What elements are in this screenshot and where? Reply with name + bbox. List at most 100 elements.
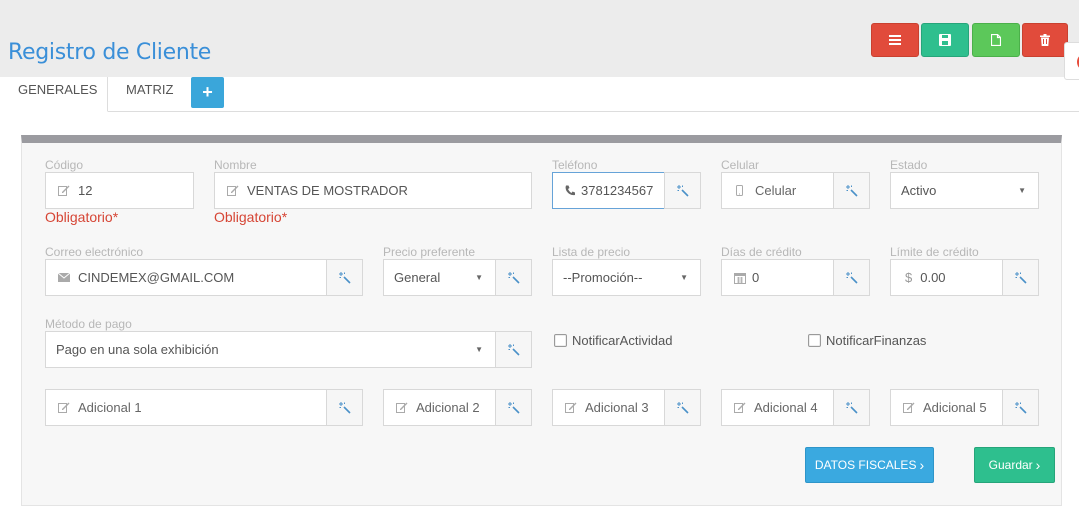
adicional-3-wand-button[interactable] bbox=[664, 389, 701, 426]
dias-credito-label: Días de crédito bbox=[721, 245, 802, 259]
magic-wand-icon bbox=[676, 184, 689, 197]
lista-precio-value: --Promoción-- bbox=[563, 270, 643, 285]
metodo-pago-select[interactable]: Pago en una sola exhibición ▼ bbox=[45, 331, 496, 368]
nombre-label: Nombre bbox=[214, 158, 257, 172]
adicional-2-wand-button[interactable] bbox=[495, 389, 532, 426]
codigo-label: Código bbox=[45, 158, 84, 172]
precio-preferente-wand-button[interactable] bbox=[495, 259, 532, 296]
dias-credito-field[interactable]: 0 bbox=[721, 259, 834, 296]
envelope-icon bbox=[58, 273, 70, 282]
limite-credito-field[interactable]: $ 0.00 bbox=[890, 259, 1003, 296]
magic-wand-icon bbox=[507, 343, 520, 356]
adicional-5-field[interactable]: Adicional 5 bbox=[890, 389, 1003, 426]
notificar-finanzas-checkbox[interactable]: NotificarFinanzas bbox=[808, 333, 926, 348]
edit-icon bbox=[58, 402, 70, 413]
metodo-pago-wand-button[interactable] bbox=[495, 331, 532, 368]
correo-field[interactable]: CINDEMEX@GMAIL.COM bbox=[45, 259, 327, 296]
adicional-5-placeholder: Adicional 5 bbox=[923, 400, 987, 415]
notificar-actividad-checkbox[interactable]: NotificarActividad bbox=[554, 333, 672, 348]
add-tab-button[interactable]: + bbox=[191, 77, 224, 108]
magic-wand-icon bbox=[1014, 401, 1027, 414]
magic-wand-icon bbox=[845, 271, 858, 284]
calendar-icon bbox=[734, 272, 746, 284]
delete-button[interactable] bbox=[1022, 23, 1068, 57]
tab-generales-label: GENERALES bbox=[18, 82, 98, 97]
codigo-field[interactable]: 12 bbox=[45, 172, 194, 209]
mobile-icon bbox=[736, 185, 743, 196]
magic-wand-icon bbox=[676, 401, 689, 414]
telefono-wand-button[interactable] bbox=[664, 172, 701, 209]
guardar-label: Guardar bbox=[988, 458, 1033, 472]
celular-wand-button[interactable] bbox=[833, 172, 870, 209]
dias-credito-wand-button[interactable] bbox=[833, 259, 870, 296]
codigo-value: 12 bbox=[78, 183, 93, 198]
adicional-1-wand-button[interactable] bbox=[326, 389, 363, 426]
adicional-1-placeholder: Adicional 1 bbox=[78, 400, 142, 415]
edit-icon bbox=[734, 402, 746, 413]
new-button[interactable] bbox=[972, 23, 1020, 57]
telefono-value: 3781234567 bbox=[581, 183, 654, 198]
adicional-3-field[interactable]: Adicional 3 bbox=[552, 389, 665, 426]
dias-credito-value: 0 bbox=[752, 270, 760, 285]
side-panel-handle[interactable] bbox=[1064, 42, 1079, 80]
adicional-2-field[interactable]: Adicional 2 bbox=[383, 389, 496, 426]
telefono-field[interactable]: 3781234567 bbox=[552, 172, 665, 209]
nombre-required: Obligatorio* bbox=[214, 209, 288, 225]
magic-wand-icon bbox=[845, 401, 858, 414]
caret-down-icon: ▼ bbox=[1018, 186, 1026, 195]
magic-wand-icon bbox=[507, 401, 520, 414]
chevron-right-icon: › bbox=[1035, 457, 1041, 473]
estado-value: Activo bbox=[901, 183, 937, 198]
save-button[interactable] bbox=[921, 23, 969, 57]
celular-placeholder: Celular bbox=[755, 183, 797, 198]
precio-preferente-select[interactable]: General ▼ bbox=[383, 259, 496, 296]
list-button[interactable] bbox=[871, 23, 919, 57]
limite-credito-value: 0.00 bbox=[920, 270, 946, 285]
celular-field[interactable]: Celular bbox=[721, 172, 834, 209]
adicional-5-wand-button[interactable] bbox=[1002, 389, 1039, 426]
tab-matriz-label: MATRIZ bbox=[126, 82, 174, 97]
limite-credito-wand-button[interactable] bbox=[1002, 259, 1039, 296]
tab-bar: GENERALES MATRIZ bbox=[0, 77, 1079, 112]
lista-precio-select[interactable]: --Promoción-- ▼ bbox=[552, 259, 701, 296]
checkbox-box[interactable] bbox=[554, 334, 567, 347]
phone-icon bbox=[565, 185, 575, 196]
adicional-4-wand-button[interactable] bbox=[833, 389, 870, 426]
nombre-value: VENTAS DE MOSTRADOR bbox=[247, 183, 408, 198]
magic-wand-icon bbox=[1014, 271, 1027, 284]
nombre-field[interactable]: VENTAS DE MOSTRADOR bbox=[214, 172, 532, 209]
notificar-finanzas-label: NotificarFinanzas bbox=[826, 333, 927, 348]
magic-wand-icon bbox=[507, 271, 520, 284]
adicional-4-placeholder: Adicional 4 bbox=[754, 400, 818, 415]
adicional-1-field[interactable]: Adicional 1 bbox=[45, 389, 327, 426]
file-icon bbox=[991, 34, 1001, 46]
edit-icon bbox=[396, 402, 408, 413]
metodo-pago-value: Pago en una sola exhibición bbox=[56, 342, 219, 357]
magic-wand-icon bbox=[845, 184, 858, 197]
notificar-actividad-label: NotificarActividad bbox=[572, 333, 673, 348]
metodo-pago-label: Método de pago bbox=[45, 317, 132, 331]
chevron-right-icon: › bbox=[919, 457, 925, 473]
list-icon bbox=[889, 35, 901, 45]
caret-down-icon: ▼ bbox=[475, 345, 483, 354]
guardar-button[interactable]: Guardar › bbox=[974, 447, 1055, 483]
tab-generales[interactable]: GENERALES bbox=[0, 77, 108, 112]
magic-wand-icon bbox=[338, 401, 351, 414]
edit-icon bbox=[58, 185, 70, 196]
datos-fiscales-button[interactable]: DATOS FISCALES › bbox=[805, 447, 934, 483]
limite-credito-label: Límite de crédito bbox=[890, 245, 979, 259]
correo-label: Correo electrónico bbox=[45, 245, 144, 259]
correo-wand-button[interactable] bbox=[326, 259, 363, 296]
correo-value: CINDEMEX@GMAIL.COM bbox=[78, 270, 235, 285]
trash-icon bbox=[1040, 34, 1050, 46]
celular-label: Celular bbox=[721, 158, 760, 172]
estado-select[interactable]: Activo ▼ bbox=[890, 172, 1039, 209]
precio-preferente-label: Precio preferente bbox=[383, 245, 476, 259]
adicional-4-field[interactable]: Adicional 4 bbox=[721, 389, 834, 426]
magic-wand-icon bbox=[338, 271, 351, 284]
caret-down-icon: ▼ bbox=[475, 273, 483, 282]
codigo-required: Obligatorio* bbox=[45, 209, 119, 225]
checkbox-box[interactable] bbox=[808, 334, 821, 347]
telefono-label: Teléfono bbox=[552, 158, 598, 172]
lista-precio-label: Lista de precio bbox=[552, 245, 631, 259]
